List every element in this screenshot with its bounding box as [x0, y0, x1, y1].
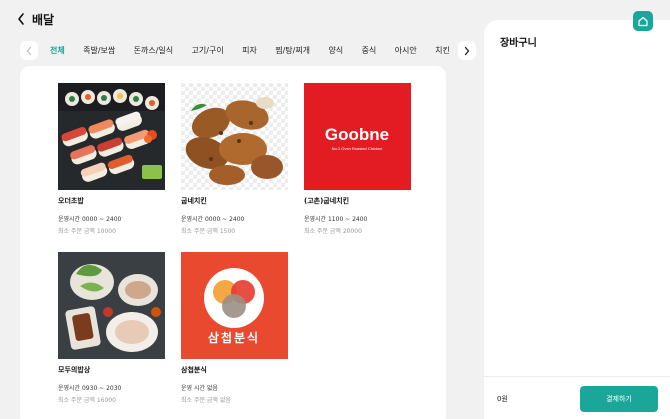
restaurant-min-order: 최소 주문 금액 20000: [304, 228, 362, 235]
restaurant-name: 오더초밥: [58, 197, 84, 205]
cart-total: 0원: [497, 395, 508, 403]
cart-footer: 0원 결제하기: [484, 376, 670, 419]
restaurant-name: 삼첩분식: [181, 366, 207, 374]
restaurant-hours: 운영시간 1100 ~ 2400: [304, 216, 368, 223]
checkout-button[interactable]: 결제하기: [580, 386, 658, 412]
svg-text:삼첩분식: 삼첩분식: [208, 330, 260, 345]
restaurant-name: (고촌)굽네치킨: [304, 197, 350, 205]
goobne-logo-image: Goobne No.1 Oven Roasted Chicken: [304, 83, 411, 190]
tab-pizza[interactable]: 피자: [242, 45, 257, 56]
tab-chicken[interactable]: 치킨: [435, 45, 450, 56]
tab-meat-grill[interactable]: 고기/구이: [192, 45, 224, 56]
category-tabs: 전체 족발/보쌈 돈까스/일식 고기/구이 피자 찜/탕/찌개 양식 중식 아시…: [44, 41, 456, 60]
samchup-logo-image: 삼첩분식: [181, 252, 288, 359]
home-icon: [638, 16, 648, 27]
tab-donkatsu-japanese[interactable]: 돈까스/일식: [134, 45, 174, 56]
restaurant-name: 굽네치킨: [181, 197, 207, 205]
page-title: 배달: [32, 13, 55, 27]
tab-stew-soup[interactable]: 찜/탕/찌개: [275, 45, 310, 56]
restaurant-hours: 운영 시간 없음: [181, 385, 218, 392]
restaurant-min-order: 최소 주문 금액 10000: [58, 228, 116, 235]
korean-meal-table-image: [58, 252, 165, 359]
sushi-platter-image: [58, 83, 165, 190]
chevron-left-icon: [18, 13, 24, 25]
restaurant-hours: 운영시간 0930 ~ 2030: [58, 385, 122, 392]
top-bar: 배달: [0, 0, 476, 40]
tab-asian[interactable]: 아시안: [395, 45, 417, 56]
chevron-right-icon: [464, 46, 470, 55]
restaurant-min-order: 최소 주문 금액 16000: [58, 397, 116, 404]
category-bar: 전체 족발/보쌈 돈까스/일식 고기/구이 피자 찜/탕/찌개 양식 중식 아시…: [20, 41, 476, 60]
home-button[interactable]: [633, 11, 653, 31]
tab-western[interactable]: 양식: [328, 45, 343, 56]
category-prev-button[interactable]: [20, 41, 38, 60]
roasted-chicken-image: [181, 83, 288, 190]
restaurant-card[interactable]: 삼첩분식 삼첩분식 운영 시간 없음 최소 주문 금액 없음: [181, 252, 289, 404]
tab-jokbal-bossam[interactable]: 족발/보쌈: [83, 45, 115, 56]
restaurant-min-order: 최소 주문 금액 없음: [181, 397, 231, 404]
chevron-left-icon: [26, 46, 32, 55]
cart-title: 장바구니: [500, 38, 537, 49]
back-button[interactable]: [16, 12, 30, 28]
restaurant-hours: 운영시간 0000 ~ 2400: [58, 216, 122, 223]
restaurant-card[interactable]: 굽네치킨 운영시간 0000 ~ 2400 최소 주문 금액 1500: [181, 83, 289, 235]
restaurant-min-order: 최소 주문 금액 1500: [181, 228, 236, 235]
svg-text:Goobne: Goobne: [325, 125, 389, 144]
cart-panel: 장바구니 0원 결제하기: [484, 20, 670, 419]
tab-chinese[interactable]: 중식: [362, 45, 377, 56]
restaurant-card[interactable]: Goobne No.1 Oven Roasted Chicken (고촌)굽네치…: [304, 83, 412, 235]
restaurant-list-panel: 오더초밥 운영시간 0000 ~ 2400 최소 주문 금액 10000 굽네치…: [20, 66, 446, 419]
restaurant-name: 모두의밥상: [58, 366, 91, 374]
svg-text:No.1 Oven Roasted Chicken: No.1 Oven Roasted Chicken: [332, 146, 383, 151]
category-next-button[interactable]: [458, 41, 476, 60]
restaurant-card[interactable]: 오더초밥 운영시간 0000 ~ 2400 최소 주문 금액 10000: [58, 83, 166, 235]
tab-all[interactable]: 전체: [50, 45, 65, 56]
restaurant-card[interactable]: 모두의밥상 운영시간 0930 ~ 2030 최소 주문 금액 16000: [58, 252, 166, 404]
restaurant-hours: 운영시간 0000 ~ 2400: [181, 216, 245, 223]
